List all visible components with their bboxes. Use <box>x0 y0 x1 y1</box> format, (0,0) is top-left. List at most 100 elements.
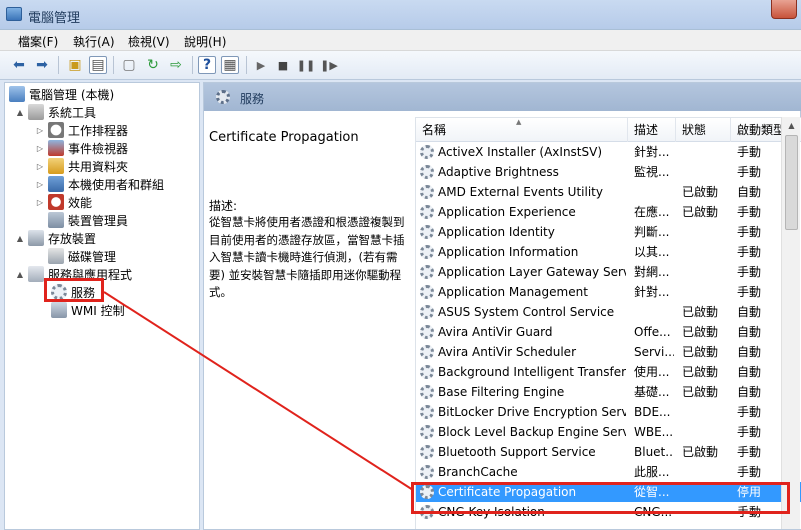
show-tree-icon[interactable]: ▤ <box>89 56 107 74</box>
expand-arrow-icon[interactable]: ▲ <box>15 270 25 279</box>
service-row[interactable]: Application Management 針對... 手動 <box>416 282 801 302</box>
menu-help[interactable]: 說明(H) <box>184 33 226 50</box>
tree-item-device-manager[interactable]: 裝置管理員 <box>48 211 128 229</box>
service-status: 已啟動 <box>682 365 719 379</box>
gear-icon <box>420 465 434 479</box>
service-name: Application Identity <box>438 225 555 239</box>
toolbar: ⬅ ➡ ▣ ▤ ▢ ↻ ⇨ ? ▦ ▶ ■ ❚❚ ❚▶ <box>0 51 801 80</box>
column-header-description[interactable]: 描述 <box>628 118 676 142</box>
play-icon[interactable]: ▶ <box>252 56 270 74</box>
services-rows: ActiveX Installer (AxInstSV) 針對... 手動 Adapt… <box>416 142 801 522</box>
service-description-cell: 在應... <box>634 205 670 219</box>
expand-arrow-icon[interactable]: ▷ <box>35 180 45 189</box>
service-description-cell <box>634 302 674 322</box>
service-row[interactable]: Application Information 以其... 手動 <box>416 242 801 262</box>
service-startup-type: 手動 <box>737 425 762 439</box>
expand-arrow-icon[interactable]: ▷ <box>35 126 45 135</box>
tree-item-shared-folders[interactable]: ▷ 共用資料夾 <box>35 157 128 175</box>
services-header-title: 服務 <box>240 92 265 106</box>
wmi-icon <box>51 302 67 318</box>
column-header-name[interactable]: 名稱 <box>416 118 628 142</box>
service-row[interactable]: Adaptive Brightness 監視... 手動 <box>416 162 801 182</box>
scroll-thumb[interactable] <box>785 135 798 230</box>
expand-arrow-icon[interactable]: ▷ <box>35 198 45 207</box>
service-row[interactable]: Application Identity 判斷... 手動 <box>416 222 801 242</box>
menu-bar: 檔案(F) 執行(A) 檢視(V) 說明(H) <box>0 30 801 51</box>
description-label: 描述: <box>209 199 238 213</box>
service-row[interactable]: Avira AntiVir Guard Offe... 已啟動 自動 <box>416 322 801 342</box>
tree-item-performance[interactable]: ▷ 效能 <box>35 193 92 211</box>
close-button[interactable] <box>771 0 797 19</box>
pause-icon[interactable]: ❚❚ <box>297 56 315 74</box>
expand-arrow-icon[interactable]: ▲ <box>15 108 25 117</box>
service-startup-type: 手動 <box>737 265 762 279</box>
export-icon[interactable]: ⇨ <box>167 56 185 74</box>
service-startup-type: 手動 <box>737 405 762 419</box>
service-row[interactable]: BitLocker Drive Encryption Servi... BDE..… <box>416 402 801 422</box>
menu-view[interactable]: 檢視(V) <box>128 33 170 50</box>
highlight-box-services-node <box>44 278 104 302</box>
service-row[interactable]: Application Experience 在應... 已啟動 手動 <box>416 202 801 222</box>
service-row[interactable]: Application Layer Gateway Serv... 對網... 手動 <box>416 262 801 282</box>
service-status: 已啟動 <box>682 325 719 339</box>
back-arrow-icon[interactable]: ⬅ <box>10 56 28 74</box>
column-header-status[interactable]: 狀態 <box>676 118 731 142</box>
service-row[interactable]: Base Filtering Engine 基礎... 已啟動 自動 <box>416 382 801 402</box>
tree-item-disk-management[interactable]: 磁碟管理 <box>48 247 116 265</box>
tools-icon <box>28 104 44 120</box>
tree-item-wmi-control[interactable]: WMI 控制 <box>51 301 125 319</box>
service-name: BitLocker Drive Encryption Servi... <box>438 405 626 419</box>
service-status <box>682 242 730 262</box>
service-startup-type: 自動 <box>737 325 762 339</box>
service-row[interactable]: Avira AntiVir Scheduler Servi... 已啟動 自動 <box>416 342 801 362</box>
service-startup-type: 自動 <box>737 345 762 359</box>
expand-arrow-icon[interactable]: ▷ <box>35 144 45 153</box>
restart-icon[interactable]: ❚▶ <box>320 56 338 74</box>
service-name: Application Layer Gateway Serv... <box>438 265 626 279</box>
tree-item-event-viewer[interactable]: ▷ 事件檢視器 <box>35 139 128 157</box>
help-icon[interactable]: ? <box>198 56 216 74</box>
service-description-cell: 監視... <box>634 165 670 179</box>
service-row[interactable]: ActiveX Installer (AxInstSV) 針對... 手動 <box>416 142 801 162</box>
service-startup-type: 手動 <box>737 245 762 259</box>
properties-icon[interactable]: ▢ <box>120 56 138 74</box>
services-list: 名稱 ▲ 描述 狀態 啟動類型 ActiveX Installer (AxIns… <box>415 117 801 529</box>
expand-arrow-icon[interactable]: ▲ <box>15 234 25 243</box>
service-row[interactable]: Background Intelligent Transfer ... 使用...… <box>416 362 801 382</box>
selected-service-name: Certificate Propagation <box>209 130 359 145</box>
service-row[interactable]: Block Level Backup Engine Servi... WBE...… <box>416 422 801 442</box>
console-icon[interactable]: ▦ <box>221 56 239 74</box>
service-startup-type: 手動 <box>737 285 762 299</box>
scroll-up-icon[interactable]: ▲ <box>782 117 801 134</box>
stop-icon[interactable]: ■ <box>274 56 292 74</box>
tree-item-system-tools[interactable]: ▲ 系統工具 <box>15 103 96 121</box>
service-row[interactable]: Bluetooth Support Service Bluet... 已啟動 手動 <box>416 442 801 462</box>
service-description-cell <box>634 182 674 202</box>
vertical-scrollbar[interactable]: ▲ <box>781 117 800 529</box>
performance-icon <box>48 194 64 210</box>
gear-icon <box>420 265 434 279</box>
event-viewer-icon <box>48 140 64 156</box>
service-startup-type: 手動 <box>737 445 762 459</box>
gear-icon <box>420 305 434 319</box>
menu-file[interactable]: 檔案(F) <box>18 33 58 50</box>
forward-arrow-icon[interactable]: ➡ <box>33 56 51 74</box>
service-status <box>682 222 730 242</box>
service-row[interactable]: ASUS System Control Service 已啟動 自動 <box>416 302 801 322</box>
device-manager-icon <box>48 212 64 228</box>
service-status <box>682 162 730 182</box>
gear-icon <box>216 90 230 104</box>
refresh-icon[interactable]: ↻ <box>144 56 162 74</box>
expand-arrow-icon[interactable]: ▷ <box>35 162 45 171</box>
service-name: Background Intelligent Transfer ... <box>438 365 626 379</box>
service-row[interactable]: AMD External Events Utility 已啟動 自動 <box>416 182 801 202</box>
tree-item-local-users-groups[interactable]: ▷ 本機使用者和群組 <box>35 175 164 193</box>
tree-item-computer-management[interactable]: 電腦管理 (本機) <box>9 85 114 103</box>
up-folder-icon[interactable]: ▣ <box>66 56 84 74</box>
tree-item-storage[interactable]: ▲ 存放裝置 <box>15 229 96 247</box>
menu-action[interactable]: 執行(A) <box>73 33 115 50</box>
disk-icon <box>48 248 64 264</box>
tree-item-task-scheduler[interactable]: ▷ 工作排程器 <box>35 121 128 139</box>
sort-ascending-icon: ▲ <box>516 118 522 126</box>
service-row[interactable]: BranchCache 此服... 手動 <box>416 462 801 482</box>
